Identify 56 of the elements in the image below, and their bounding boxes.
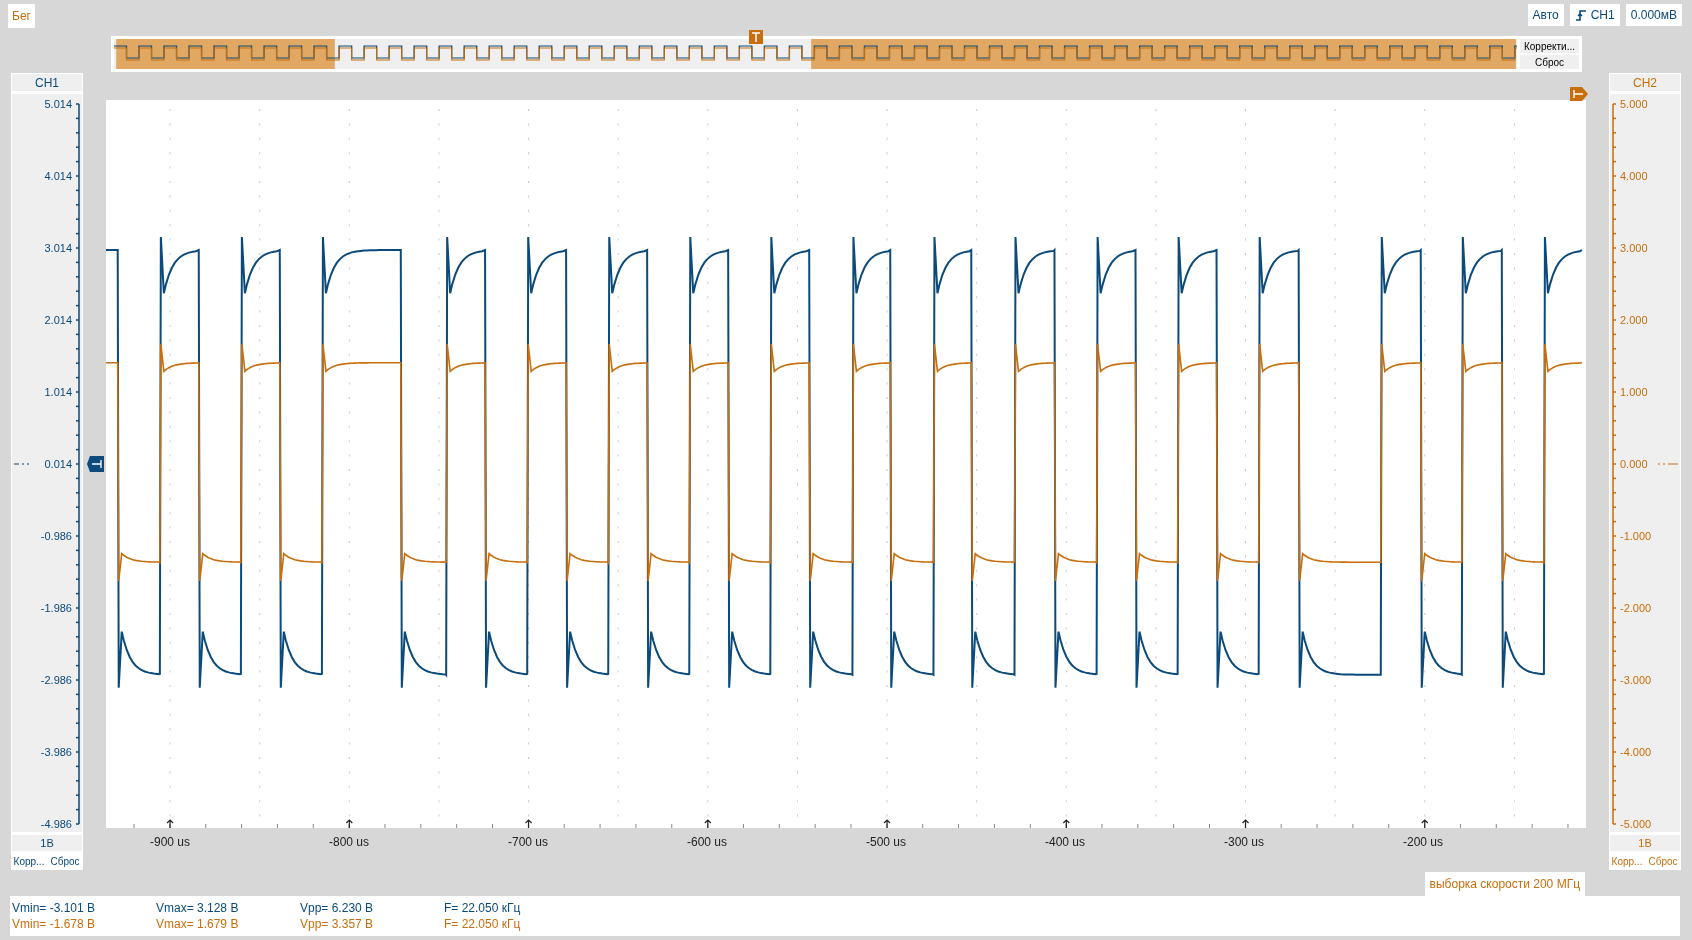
axis-tick-label: -3.986 xyxy=(40,746,72,758)
axis-tick-label: -0.986 xyxy=(40,530,72,542)
measurement-value: Vmin= -3.101 В xyxy=(12,900,97,916)
measurement-value: F= 22.050 кГц xyxy=(444,900,522,916)
channel-button[interactable]: Сброс xyxy=(1646,854,1680,869)
axis-tick-label: 0.014 xyxy=(44,458,72,470)
axis-tick-label: 3.000 xyxy=(1620,242,1648,254)
channel-label[interactable]: CH1 xyxy=(12,74,82,91)
time-axis-label: -400 us xyxy=(1045,834,1085,851)
axis-tick-label: 1.000 xyxy=(1620,386,1648,398)
axis-tick-label: 1.014 xyxy=(44,386,72,398)
overview-waveform-drawing[interactable] xyxy=(114,39,1517,69)
axis-tick-label: -1.986 xyxy=(40,602,72,614)
time-axis-label: -200 us xyxy=(1403,834,1443,851)
axis-tick-label: -5.000 xyxy=(1620,818,1652,830)
axis-tick-label: 4.000 xyxy=(1620,170,1648,182)
axis-tick-label: 2.000 xyxy=(1620,314,1648,326)
axis-tick-label: 3.014 xyxy=(44,242,72,254)
overview-button[interactable]: Корректи... xyxy=(1520,39,1579,53)
measurement-value: Vmax= 3.128 В xyxy=(156,900,240,916)
axis-tick-label: 4.014 xyxy=(44,170,72,182)
trigger-mode-button[interactable]: Авто xyxy=(1527,4,1564,26)
channel-button[interactable]: Корр... xyxy=(1610,854,1644,869)
run-status[interactable]: Бег xyxy=(8,4,35,28)
time-axis-label: -300 us xyxy=(1224,834,1264,851)
axis-tick-label: 0.000 xyxy=(1620,458,1648,470)
trigger-level-marker-icon[interactable] xyxy=(87,456,104,472)
axis-tick-label: -2.986 xyxy=(40,674,72,686)
axis-tick-label: -4.000 xyxy=(1620,746,1652,758)
trigger-level-button[interactable]: 0.000мВ xyxy=(1625,4,1682,26)
measurement-value: Vmax= 1.679 В xyxy=(156,916,240,932)
trigger-position-icon xyxy=(1570,87,1588,101)
scale-label: 1В xyxy=(12,835,82,851)
trigger-source-button[interactable]: CH1 xyxy=(1569,4,1620,26)
axis-tick-label: 5.014 xyxy=(44,98,72,110)
overview-button[interactable]: Сброс xyxy=(1520,55,1579,69)
axis-tick-label: -4.986 xyxy=(40,818,72,830)
axis-tick-label: -3.000 xyxy=(1620,674,1652,686)
measurement-value: Vpp= 6.230 В xyxy=(300,900,375,916)
measurement-value: Vmin= -1.678 В xyxy=(12,916,97,932)
sample-rate-label: выборка скорости 200 МГц xyxy=(1424,872,1585,896)
time-axis-label: -900 us xyxy=(150,834,190,851)
axis-tick-label: 2.014 xyxy=(44,314,72,326)
channel-button[interactable]: Сброс xyxy=(48,854,82,869)
axis-tick-label: 5.000 xyxy=(1620,98,1648,110)
scale-label: 1В xyxy=(1610,835,1680,851)
time-axis-label: -700 us xyxy=(508,834,548,851)
channel-button[interactable]: Корр... xyxy=(12,854,46,869)
axis-tick-label: -1.000 xyxy=(1620,530,1652,542)
time-axis-label: -600 us xyxy=(687,834,727,851)
time-axis-label: -500 us xyxy=(866,834,906,851)
rising-edge-icon xyxy=(1574,8,1587,22)
time-axis-label: -800 us xyxy=(329,834,369,851)
measurement-value: Vpp= 3.357 В xyxy=(300,916,375,932)
measurement-value: F= 22.050 кГц xyxy=(444,916,522,932)
axis-tick-label: -2.000 xyxy=(1620,602,1652,614)
